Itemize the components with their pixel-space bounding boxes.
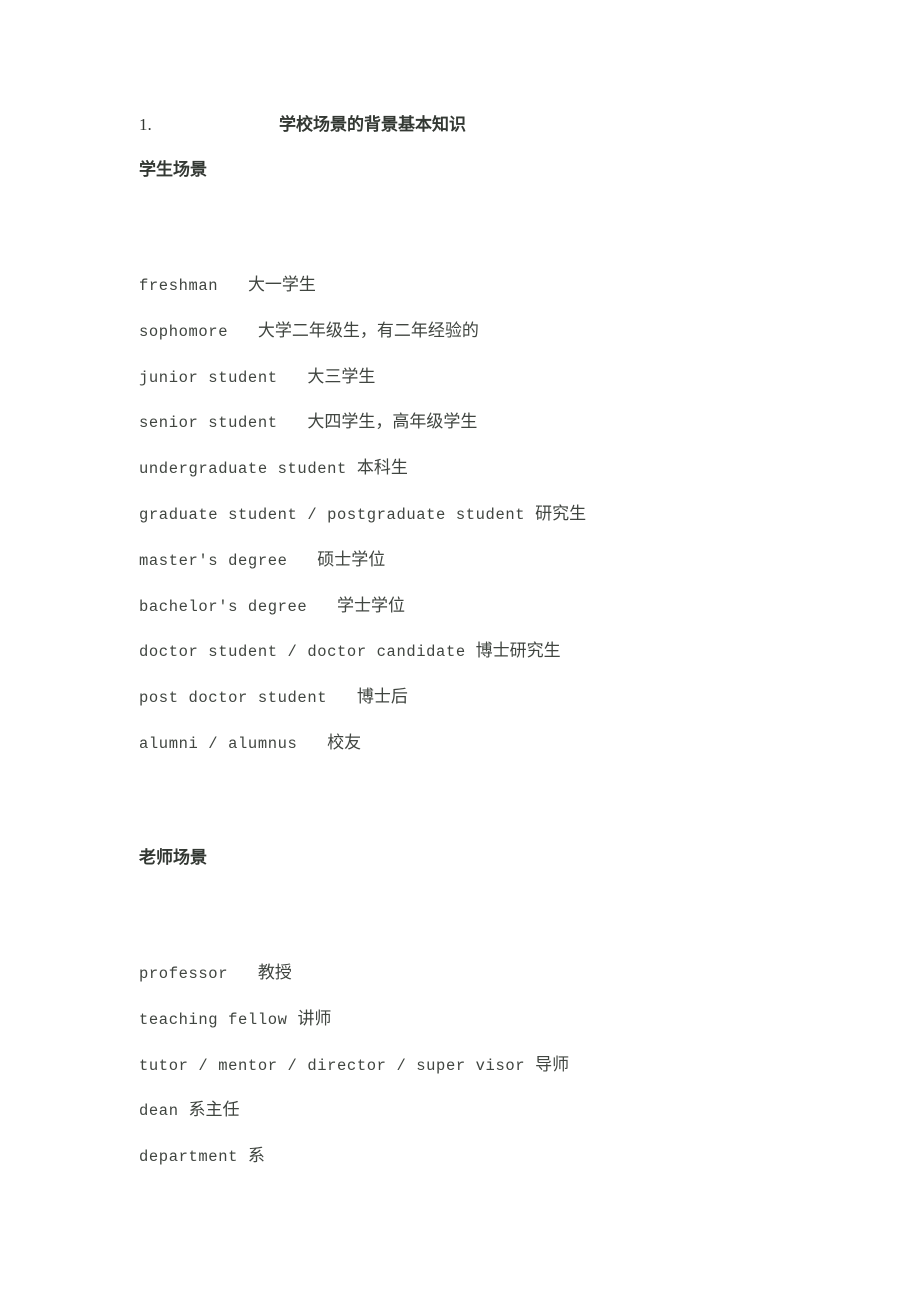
term-chinese: 系主任	[188, 1100, 240, 1121]
term-separator	[288, 552, 318, 570]
term-separator	[179, 1102, 189, 1120]
term-chinese: 硕士学位	[317, 549, 386, 570]
term-separator	[218, 277, 248, 295]
term-chinese: 学士学位	[337, 595, 406, 616]
document-title: 1. 学校场景的背景基本知识	[139, 115, 466, 135]
term-english: department	[139, 1148, 239, 1167]
term-entry: junior student 大三学生	[139, 367, 375, 388]
title-text: 学校场景的背景基本知识	[279, 115, 466, 135]
term-english: undergraduate student	[139, 460, 347, 479]
term-english: graduate student / postgraduate student	[139, 506, 526, 524]
term-separator	[347, 460, 357, 478]
term-chinese: 讲师	[297, 1008, 332, 1029]
term-english: post doctor student	[139, 689, 328, 708]
term-entry: alumni / alumnus 校友	[139, 733, 361, 754]
term-english: sophomore	[139, 322, 229, 341]
term-separator	[307, 598, 337, 616]
section-heading-students: 学生场景	[139, 160, 207, 180]
term-english: junior student	[139, 368, 278, 387]
term-english: bachelor's degree	[139, 597, 308, 616]
term-entry: post doctor student 博士后	[139, 687, 408, 708]
term-english: tutor / mentor / director / super visor	[139, 1056, 526, 1075]
term-separator	[238, 1148, 248, 1166]
term-separator	[278, 369, 308, 387]
term-chinese: 系	[247, 1146, 265, 1167]
section-heading-teachers: 老师场景	[139, 848, 207, 868]
term-entry: undergraduate student 本科生	[139, 458, 408, 479]
term-english: doctor student / doctor candidate	[139, 643, 466, 662]
term-separator	[288, 1011, 298, 1029]
term-entry: senior student 大四学生，高年级学生	[139, 412, 477, 433]
term-entry: freshman 大一学生	[139, 275, 316, 296]
term-english: teaching fellow	[139, 1010, 288, 1029]
term-chinese: 大学二年级生，有二年经验的	[257, 320, 479, 341]
term-chinese: 导师	[535, 1054, 570, 1075]
term-separator	[327, 689, 357, 707]
term-entry: department 系	[139, 1146, 265, 1167]
term-separator	[466, 643, 476, 661]
term-entry: teaching fellow 讲师	[139, 1009, 331, 1030]
term-chinese: 研究生	[535, 504, 587, 524]
term-chinese: 博士后	[356, 687, 408, 708]
term-entry: sophomore 大学二年级生，有二年经验的	[139, 321, 479, 342]
term-entry: bachelor's degree 学士学位	[139, 596, 405, 617]
term-separator	[525, 1057, 535, 1075]
term-english: senior student	[139, 414, 278, 433]
term-chinese: 校友	[327, 733, 362, 753]
term-entry: dean 系主任	[139, 1100, 240, 1121]
term-separator	[297, 735, 327, 753]
term-english: freshman	[139, 277, 219, 295]
term-english: alumni / alumnus	[139, 735, 298, 753]
term-chinese: 博士研究生	[475, 641, 561, 662]
term-entry: professor 教授	[139, 963, 292, 984]
title-number: 1.	[139, 115, 152, 134]
term-chinese: 大一学生	[247, 275, 316, 295]
term-english: dean	[139, 1102, 179, 1121]
term-chinese: 大三学生	[307, 366, 376, 387]
term-chinese: 本科生	[356, 458, 408, 479]
term-separator	[228, 965, 258, 983]
term-entry: master's degree 硕士学位	[139, 550, 385, 571]
term-english: master's degree	[139, 551, 288, 570]
term-entry: tutor / mentor / director / super visor …	[139, 1055, 569, 1076]
term-entry: graduate student / postgraduate student …	[139, 504, 586, 525]
term-separator	[228, 323, 258, 341]
term-chinese: 大四学生，高年级学生	[307, 412, 478, 433]
term-chinese: 教授	[257, 963, 292, 983]
term-separator	[278, 414, 308, 432]
term-english: professor	[139, 965, 229, 983]
term-entry: doctor student / doctor candidate 博士研究生	[139, 641, 561, 662]
term-separator	[525, 506, 535, 524]
